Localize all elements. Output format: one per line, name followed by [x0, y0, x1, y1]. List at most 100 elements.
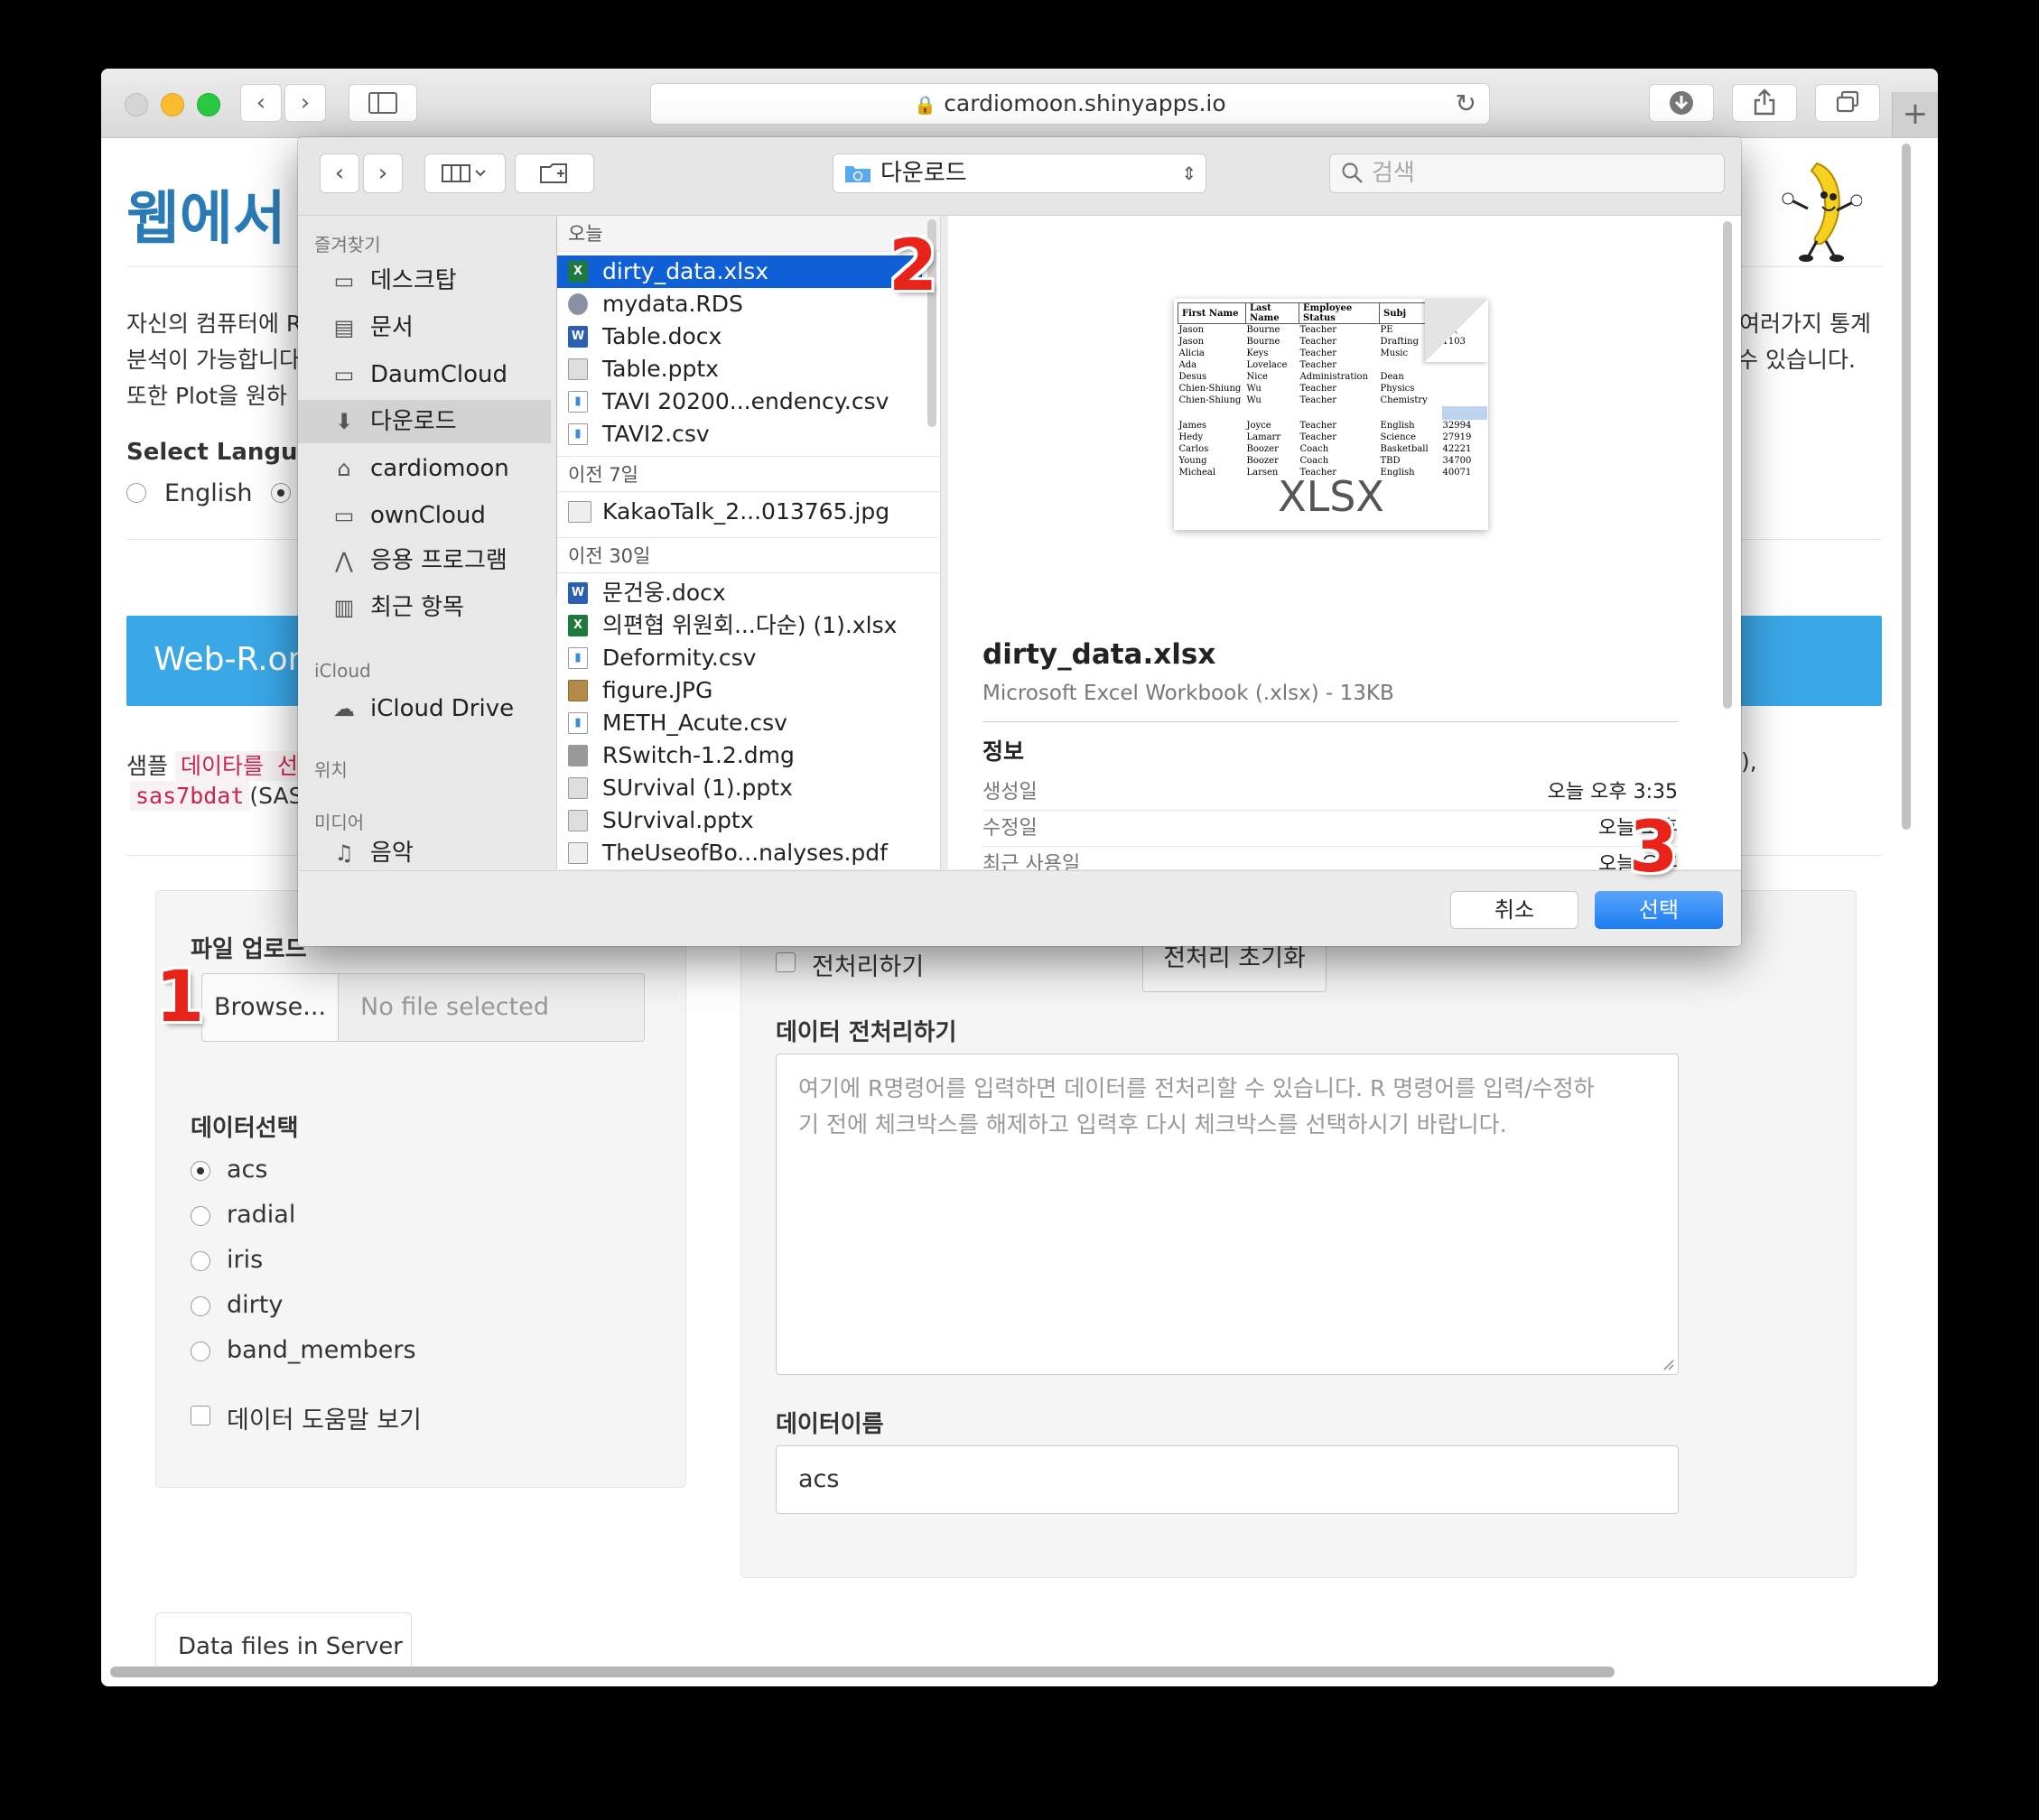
thumb-num: 34700 [1442, 456, 1472, 466]
tabs-overview-button[interactable] [1815, 84, 1880, 122]
downloads-button[interactable] [1649, 84, 1714, 122]
sidebar-label: 음악 [370, 840, 414, 867]
address-bar[interactable]: 🔒 cardiomoon.shinyapps.io ↻ [650, 83, 1490, 125]
thumb-num: 42221 [1442, 444, 1472, 454]
file-row[interactable]: W 문건웅.docx [557, 577, 922, 609]
home-icon: ⌂ [337, 456, 351, 481]
view-mode-button[interactable] [424, 153, 506, 193]
dataset-radio-dirty[interactable] [191, 1296, 210, 1316]
zoom-window-button[interactable] [197, 93, 220, 116]
dialog-forward-button[interactable]: › [363, 153, 403, 193]
share-button[interactable] [1732, 84, 1797, 122]
thumb-cell: Basketball [1380, 444, 1429, 454]
info-row-modified: 수정일 오늘 오후 [982, 812, 1678, 847]
excel-file-icon: X [568, 615, 588, 636]
sidebar-item-documents[interactable]: ▤ 문서 [298, 306, 551, 349]
file-row[interactable]: ▮ TAVI 20200...endency.csv [557, 385, 922, 418]
horizontal-scrollbar[interactable] [110, 1667, 1615, 1677]
browser-window: ‹ › 🔒 cardiomoon.shinyapps.io ↻ + 웹에서 자신… [101, 69, 1938, 1686]
upload-panel: 파일 업로드 Browse... No file selected 데이터선택 … [155, 890, 686, 1488]
file-row[interactable]: mydata.RDS [557, 288, 922, 320]
preview-filename: dirty_data.xlsx [982, 638, 1216, 671]
file-name: Deformity.csv [602, 645, 757, 671]
tab-label: Data files in Server [178, 1633, 403, 1660]
preview-scrollbar[interactable] [1723, 221, 1732, 709]
dialog-back-button[interactable]: ‹ [320, 153, 359, 193]
tabs-icon [1836, 90, 1859, 113]
language-korean-radio[interactable] [271, 483, 291, 503]
xlsx-thumbnail: First Name Last Name Employee Status Sub… [1174, 299, 1488, 530]
file-row[interactable]: KakaoTalk_2...013765.jpg [557, 496, 922, 528]
back-button[interactable]: ‹ [240, 84, 282, 122]
info-row-created: 생성일 오늘 오후 3:35 [982, 775, 1678, 811]
thumb-cell: Boozer [1246, 456, 1279, 466]
reload-icon[interactable]: ↻ [1456, 84, 1476, 124]
sidebar-item-desktop[interactable]: ▭ 데스크탑 [298, 259, 551, 302]
thumb-cell: Coach [1299, 456, 1329, 466]
sidebar-item-icloud-drive[interactable]: ☁ iCloud Drive [298, 687, 551, 730]
vertical-scrollbar[interactable] [1902, 144, 1911, 830]
sidebar-toggle-button[interactable] [349, 84, 417, 122]
pptx-file-icon [568, 358, 588, 380]
sidebar-item-home[interactable]: ⌂ cardiomoon [298, 447, 551, 490]
sidebar-item-recents[interactable]: ▥ 최근 항목 [298, 586, 551, 629]
cancel-button[interactable]: 취소 [1450, 891, 1578, 929]
file-row[interactable]: ▮ TAVI2.csv [557, 418, 922, 450]
dataset-radio-band-members[interactable] [191, 1342, 210, 1361]
file-row[interactable]: ▮ METH_Acute.csv [557, 707, 922, 739]
search-field[interactable]: 검색 [1329, 153, 1725, 193]
file-row[interactable]: W Table.docx [557, 320, 922, 353]
thumb-cell: Lamarr [1246, 432, 1281, 442]
dataset-label: band_members [227, 1336, 416, 1364]
preprocess-checkbox[interactable] [776, 952, 796, 972]
search-placeholder: 검색 [1372, 160, 1415, 187]
sidebar-item-owncloud[interactable]: ▭ ownCloud [298, 494, 551, 537]
new-folder-button[interactable] [515, 153, 594, 193]
language-english-radio[interactable] [126, 483, 146, 503]
new-folder-icon [540, 163, 567, 183]
thumb-cell: Teacher [1299, 337, 1337, 347]
forward-button[interactable]: › [284, 84, 326, 122]
dataset-label: iris [227, 1246, 264, 1274]
sidebar-label: 데스크탑 [370, 267, 457, 294]
preprocess-textarea[interactable]: 여기에 R명령어를 입력하면 데이터를 전처리할 수 있습니다. R 명령어를 … [776, 1054, 1679, 1375]
data-name-input[interactable]: acs [776, 1445, 1679, 1514]
data-help-checkbox[interactable] [191, 1406, 210, 1425]
thumb-cell: Keys [1246, 348, 1269, 358]
file-row[interactable]: ▮ Deformity.csv [557, 642, 922, 674]
dataset-radio-acs[interactable] [191, 1161, 210, 1181]
sidebar-item-music[interactable]: ♫ 음악 [298, 831, 551, 875]
close-window-button[interactable] [125, 93, 148, 116]
thumb-cell: Chien-Shiung [1178, 384, 1242, 394]
chevron-right-icon: › [377, 160, 388, 187]
file-row-dirty-data[interactable]: Xdirty_data.xlsx [557, 255, 922, 288]
dataset-radio-iris[interactable] [191, 1251, 210, 1271]
thumb-cell: Alicia [1178, 348, 1205, 358]
page-curl-icon [1425, 299, 1488, 362]
file-row[interactable]: X 의편협 위원회...다순) (1).xlsx [557, 609, 922, 642]
sample-prefix: 샘플 [126, 753, 169, 779]
thumb-cell: Nice [1246, 372, 1268, 382]
banana-mascot-icon [1782, 162, 1862, 262]
file-name: METH_Acute.csv [602, 710, 787, 736]
sidebar-item-downloads[interactable]: ⬇ 다운로드 [298, 400, 551, 443]
new-tab-button[interactable]: + [1892, 92, 1938, 137]
file-row[interactable]: Table.pptx [557, 353, 922, 385]
location-dropdown[interactable]: 다운로드 ⇕ [833, 153, 1206, 193]
sidebar-item-daumcloud[interactable]: ▭ DaumCloud [298, 353, 551, 396]
file-row[interactable]: SUrvival.pptx [557, 804, 922, 837]
file-row[interactable]: figure.JPG [557, 674, 922, 707]
choose-button[interactable]: 선택 [1595, 891, 1723, 929]
sample-text-2: sas7bdat (SAS [130, 781, 303, 811]
thumb-header: Last Name [1245, 302, 1299, 324]
sidebar-item-applications[interactable]: ⋀ 응용 프로그램 [298, 539, 551, 582]
file-name: 의편협 위원회...다순) (1).xlsx [602, 612, 898, 638]
file-row[interactable]: RSwitch-1.2.dmg [557, 739, 922, 772]
dataset-radio-radial[interactable] [191, 1206, 210, 1226]
sample-text: 샘플 데이타를 선 [126, 748, 304, 781]
file-row[interactable]: TheUseofBo...nalyses.pdf [557, 837, 922, 869]
minimize-window-button[interactable] [161, 93, 184, 116]
browse-button[interactable]: Browse... [201, 973, 339, 1042]
resize-handle-icon[interactable] [1660, 1356, 1674, 1370]
file-row[interactable]: SUrvival (1).pptx [557, 772, 922, 804]
